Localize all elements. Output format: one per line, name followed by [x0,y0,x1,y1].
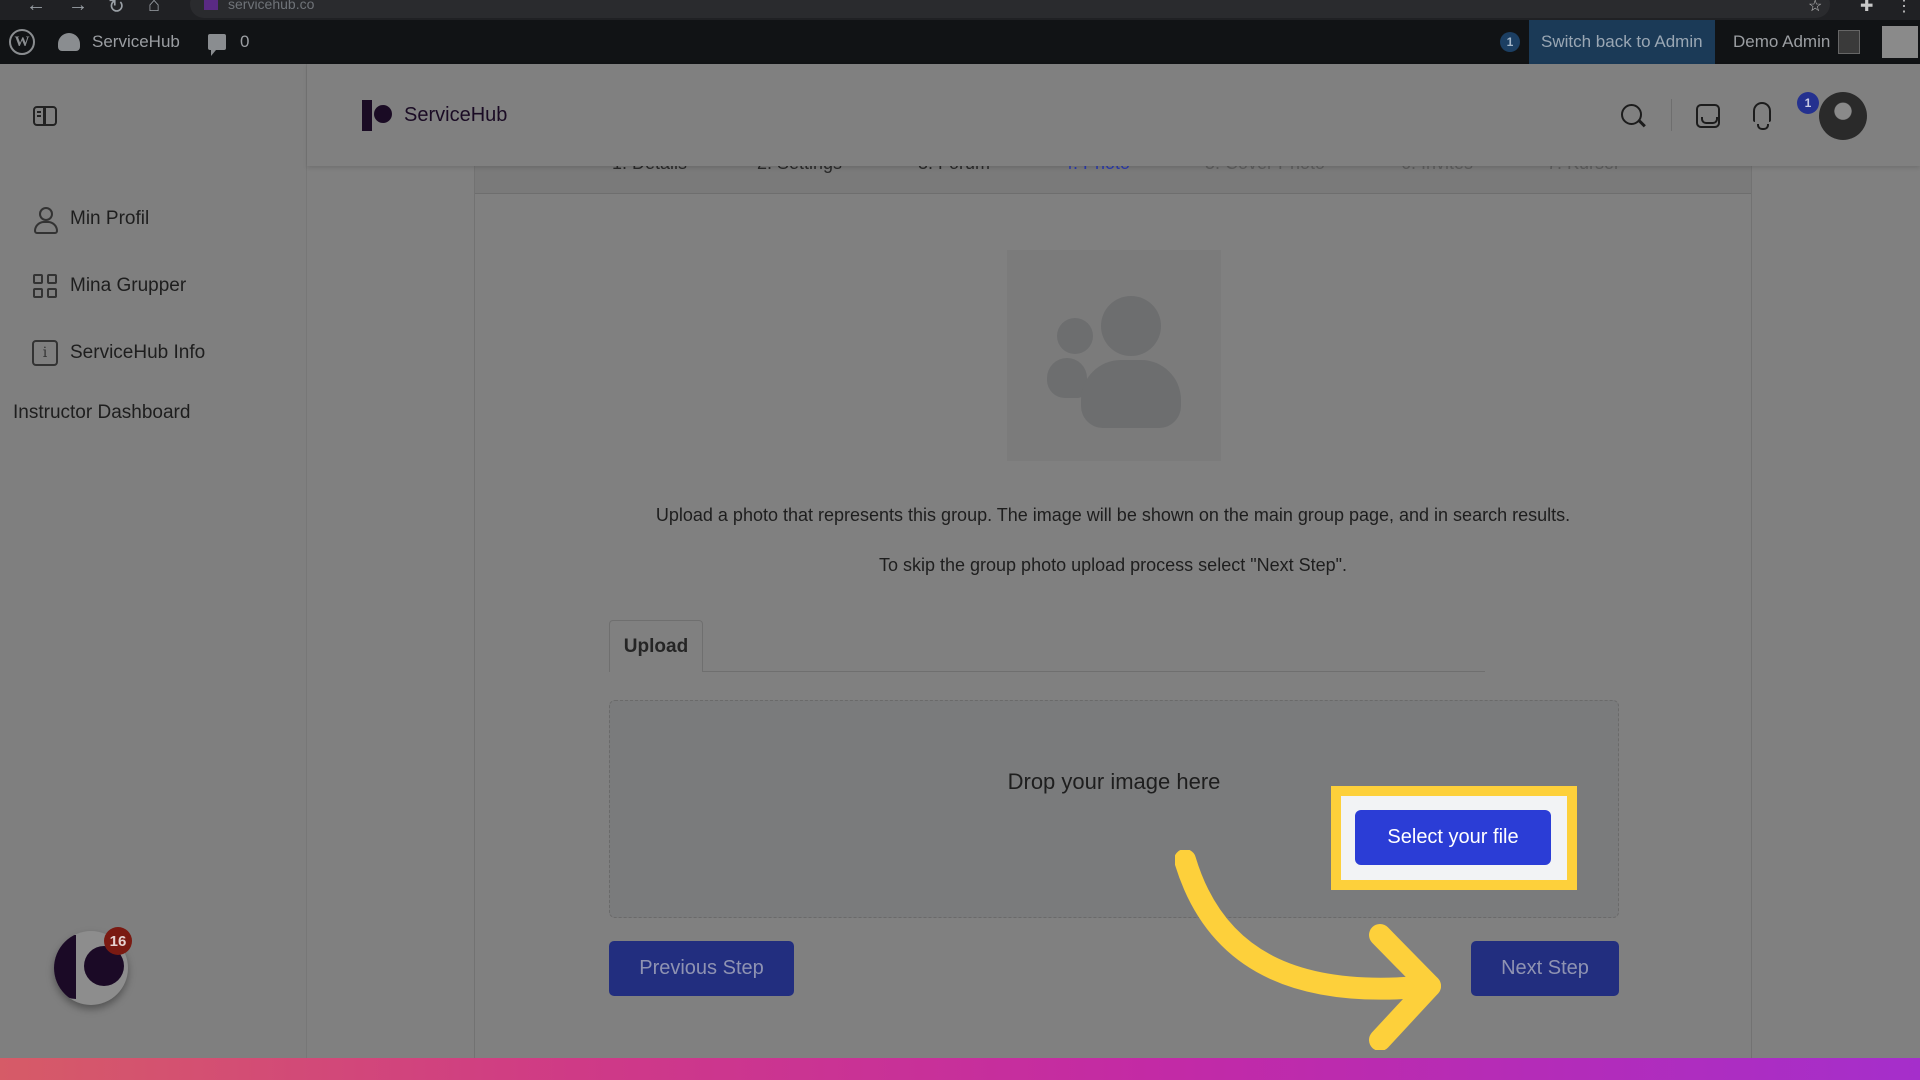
user-icon [32,206,58,234]
url-text: servicehub.co [228,0,315,12]
forward-icon[interactable]: → [68,0,88,17]
upload-description: Upload a photo that represents this grou… [655,505,1571,525]
comments-link[interactable]: 0 [208,20,249,64]
sidebar-item-servicehub-info[interactable]: i ServiceHub Info [32,340,205,366]
brand-name: ServiceHub [404,103,508,126]
sidebar-toggle-icon[interactable] [33,106,57,126]
site-favicon-icon [204,0,218,10]
reload-icon[interactable]: ↻ [108,0,125,19]
wp-admin-bar: W ServiceHub 0 1 Switch back to Admin De… [0,20,1920,64]
wordpress-icon: W [9,29,35,55]
dashboard-icon [58,33,80,51]
bell-icon[interactable] [1751,102,1773,130]
previous-step-button[interactable]: Previous Step [609,941,794,996]
instructor-dashboard-link[interactable]: Instructor Dashboard [13,402,190,424]
next-step-button[interactable]: Next Step [1471,941,1619,996]
browser-menu-icon[interactable]: ⋮ [1896,0,1912,16]
wp-logo-button[interactable]: W [9,20,35,64]
sidebar-item-mina-grupper[interactable]: Mina Grupper [32,273,186,299]
updates-badge: 1 [1500,32,1520,52]
switch-back-to-admin-link[interactable]: Switch back to Admin [1529,20,1715,64]
browser-chrome: ← → ↻ ⌂ servicehub.co ☆ ✚ ⋮ [0,0,1920,20]
sidebar-item-label: Min Profil [70,208,150,229]
group-avatar-placeholder [1007,250,1221,461]
site-name-link[interactable]: ServiceHub [58,20,180,64]
floating-notification-badge: 16 [104,927,132,955]
comment-icon [208,34,226,56]
switch-admin-label: Switch back to Admin [1541,32,1703,51]
address-bar[interactable]: servicehub.co [190,0,1830,18]
logo-bar-icon [54,935,76,999]
group-members-icon [1057,318,1093,354]
bookmark-star-icon[interactable]: ☆ [1808,0,1822,16]
admin-avatar [1838,30,1861,54]
info-icon: i [32,340,58,366]
notifications-badge: 1 [1797,92,1819,114]
extensions-icon[interactable]: ✚ [1860,0,1873,16]
user-avatar[interactable] [1819,92,1867,140]
user-name: Demo Admin [1733,32,1831,51]
placeholder-square-icon [1882,26,1918,58]
comments-count: 0 [240,32,250,51]
updates-link[interactable]: 1 [1500,20,1520,64]
home-icon[interactable]: ⌂ [148,0,160,17]
skip-hint: To skip the group photo upload process s… [878,555,1348,575]
account-menu[interactable]: Demo Admin [1733,20,1861,64]
sidebar-item-label: ServiceHub Info [70,342,206,363]
tab-upload[interactable]: Upload [609,620,703,672]
sidebar-item-min-profil[interactable]: Min Profil [32,206,150,234]
group-members-icon-part [1101,296,1161,356]
inbox-icon[interactable] [1696,104,1720,128]
bottom-gradient-bar [0,1058,1920,1080]
site-header: ServiceHub 1 [307,64,1920,166]
sidebar: Min Profil Mina Grupper i ServiceHub Inf… [0,64,307,1058]
group-photo-step-card: 1. Details 2. Settings 3. Forum 4. Photo… [474,150,1752,1058]
sidebar-item-label: Mina Grupper [70,275,187,296]
back-icon[interactable]: ← [26,0,46,17]
header-divider [1671,99,1672,131]
group-members-icon-part [1081,360,1181,428]
admin-bar-extra[interactable] [1882,20,1918,64]
grid-icon [32,273,58,299]
servicehub-logo-icon [362,100,394,131]
brand-logo-link[interactable]: ServiceHub [362,100,508,131]
site-name: ServiceHub [92,32,180,51]
select-file-button[interactable]: Select your file [1355,810,1551,865]
search-icon[interactable] [1621,104,1645,128]
tab-divider [703,671,1485,672]
